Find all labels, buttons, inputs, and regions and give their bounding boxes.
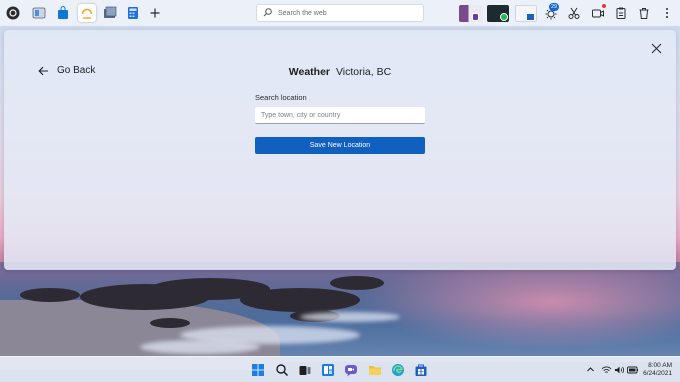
file-explorer-icon[interactable] [367,362,383,378]
web-search-placeholder: Search the web [278,9,327,17]
search-icon[interactable] [274,362,290,378]
store-icon[interactable] [55,5,71,21]
search-location-label: Search location [255,93,307,102]
clock-date: 6/24/2021 [643,370,672,377]
wallpaper-sea-glow [360,270,680,350]
wallpaper-rock [20,288,80,302]
top-launcher-bar: Search the web 29 [0,0,680,26]
location-search-input[interactable] [255,107,425,124]
wallpaper-rock [240,288,360,312]
task-view-icon[interactable] [297,362,313,378]
chat-icon[interactable] [343,362,359,378]
wifi-icon[interactable] [601,364,612,375]
close-button[interactable] [648,40,664,56]
add-icon[interactable] [147,5,163,21]
weather-app-icon[interactable] [78,4,96,22]
taskbar: 8:00 AM 6/24/2021 [0,356,680,382]
wallpaper-foam [300,312,400,322]
page-title: Weather Victoria, BC [4,66,676,78]
trash-icon[interactable] [636,5,652,21]
volume-icon[interactable] [614,364,625,375]
widgets-icon[interactable] [320,362,336,378]
start-icon[interactable] [250,362,266,378]
clipboard-icon[interactable] [613,5,629,21]
app-badge-icon [472,13,479,21]
wallpaper-foam [140,340,260,354]
edge-icon[interactable] [390,362,406,378]
calculator-icon[interactable] [125,5,141,21]
chevron-up-icon[interactable] [585,364,596,375]
wallpaper-rock [330,276,384,290]
spotify-icon [500,13,508,21]
store-icon[interactable] [413,362,429,378]
word-icon [526,13,535,21]
record-dot-icon [602,4,606,8]
notification-count-badge: 29 [549,3,560,11]
more-icon[interactable] [659,5,675,21]
app-name: Weather [288,66,331,78]
circle-app-icon[interactable] [5,5,21,21]
window-thumbnail[interactable] [459,5,483,22]
system-clock[interactable]: 8:00 AM 6/24/2021 [643,362,672,378]
wallpaper-rock [150,318,190,328]
battery-icon[interactable] [627,364,638,375]
files-icon[interactable] [31,5,47,21]
close-icon [651,43,661,53]
clock-time: 8:00 AM [648,362,672,369]
web-search-box[interactable]: Search the web [256,4,424,22]
save-new-location-button[interactable]: Save New Location [255,137,425,154]
weather-app-window: Go Back Weather Victoria, BC Search loca… [4,30,676,270]
scissors-icon[interactable] [566,5,582,21]
current-location: Victoria, BC [335,66,392,78]
photos-icon[interactable] [102,5,118,21]
search-icon [263,4,272,22]
